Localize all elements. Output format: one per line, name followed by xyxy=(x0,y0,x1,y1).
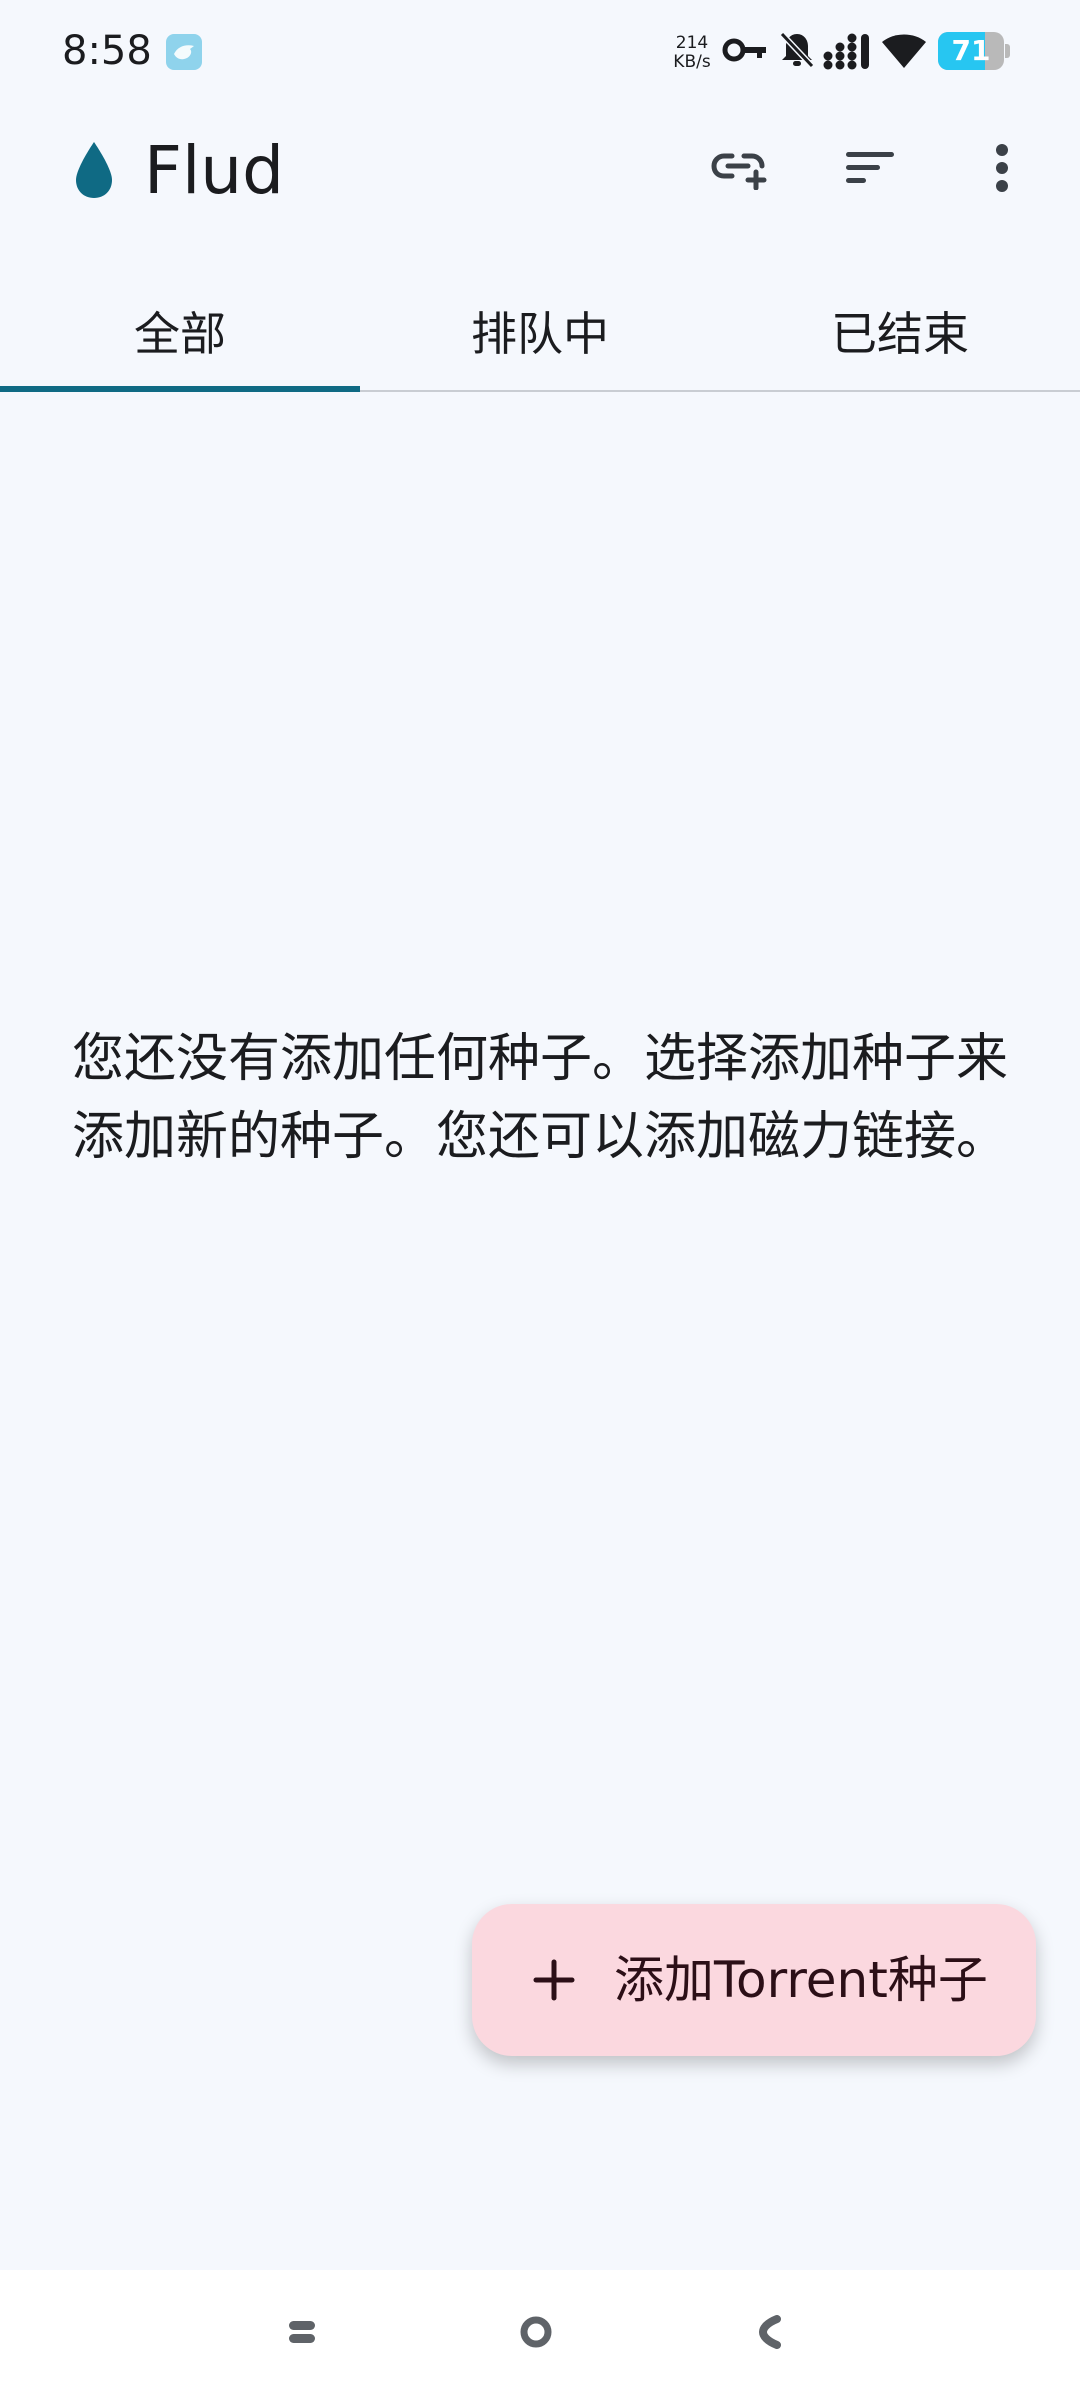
tab-queued-label: 排队中 xyxy=(471,307,609,361)
more-vert-icon xyxy=(994,143,1010,197)
home-icon xyxy=(519,2315,553,2353)
vpn-key-icon xyxy=(722,30,770,70)
app-bar: Flud xyxy=(0,118,1080,222)
bell-muted-icon xyxy=(778,30,816,70)
tab-finished[interactable]: 已结束 xyxy=(720,272,1080,390)
status-time: 8:58 xyxy=(62,28,152,74)
battery-indicator: 71 xyxy=(938,32,1010,70)
tab-all[interactable]: 全部 xyxy=(0,272,360,392)
recents-button[interactable] xyxy=(270,2302,334,2366)
tab-all-label: 全部 xyxy=(134,307,226,361)
recents-icon xyxy=(287,2317,317,2351)
signal-icon xyxy=(822,30,872,70)
status-bar: 8:58 214 KB/s 71 xyxy=(0,0,1080,100)
net-speed-unit: KB/s xyxy=(673,52,711,72)
net-speed-value: 214 xyxy=(675,33,709,53)
add-torrent-fab[interactable]: 添加Torrent种子 xyxy=(472,1904,1036,2056)
net-speed: 214 KB/s xyxy=(668,34,716,72)
tab-queued[interactable]: 排队中 xyxy=(360,272,720,390)
back-button[interactable] xyxy=(738,2302,802,2366)
more-options-button[interactable] xyxy=(970,138,1034,202)
back-icon xyxy=(757,2315,783,2353)
home-button[interactable] xyxy=(504,2302,568,2366)
wifi-icon xyxy=(880,30,928,70)
tab-bar: 全部 排队中 已结束 xyxy=(0,272,1080,392)
tab-finished-label: 已结束 xyxy=(831,307,969,361)
battery-level: 71 xyxy=(951,34,991,67)
sort-icon xyxy=(844,148,896,192)
empty-state-message: 您还没有添加任何种子。选择添加种子来添加新的种子。您还可以添加磁力链接。 xyxy=(71,1029,1008,1167)
tab-selected-indicator xyxy=(0,386,360,392)
water-drop-icon xyxy=(72,140,116,200)
plus-icon xyxy=(528,1954,580,2006)
add-link-button[interactable] xyxy=(708,138,772,202)
fab-label: 添加Torrent种子 xyxy=(614,1951,988,2009)
system-navigation-bar xyxy=(0,2270,1080,2400)
add-link-icon xyxy=(710,146,770,194)
sort-button[interactable] xyxy=(838,138,902,202)
bird-notification-icon xyxy=(166,34,202,70)
app-title: Flud xyxy=(144,132,285,209)
